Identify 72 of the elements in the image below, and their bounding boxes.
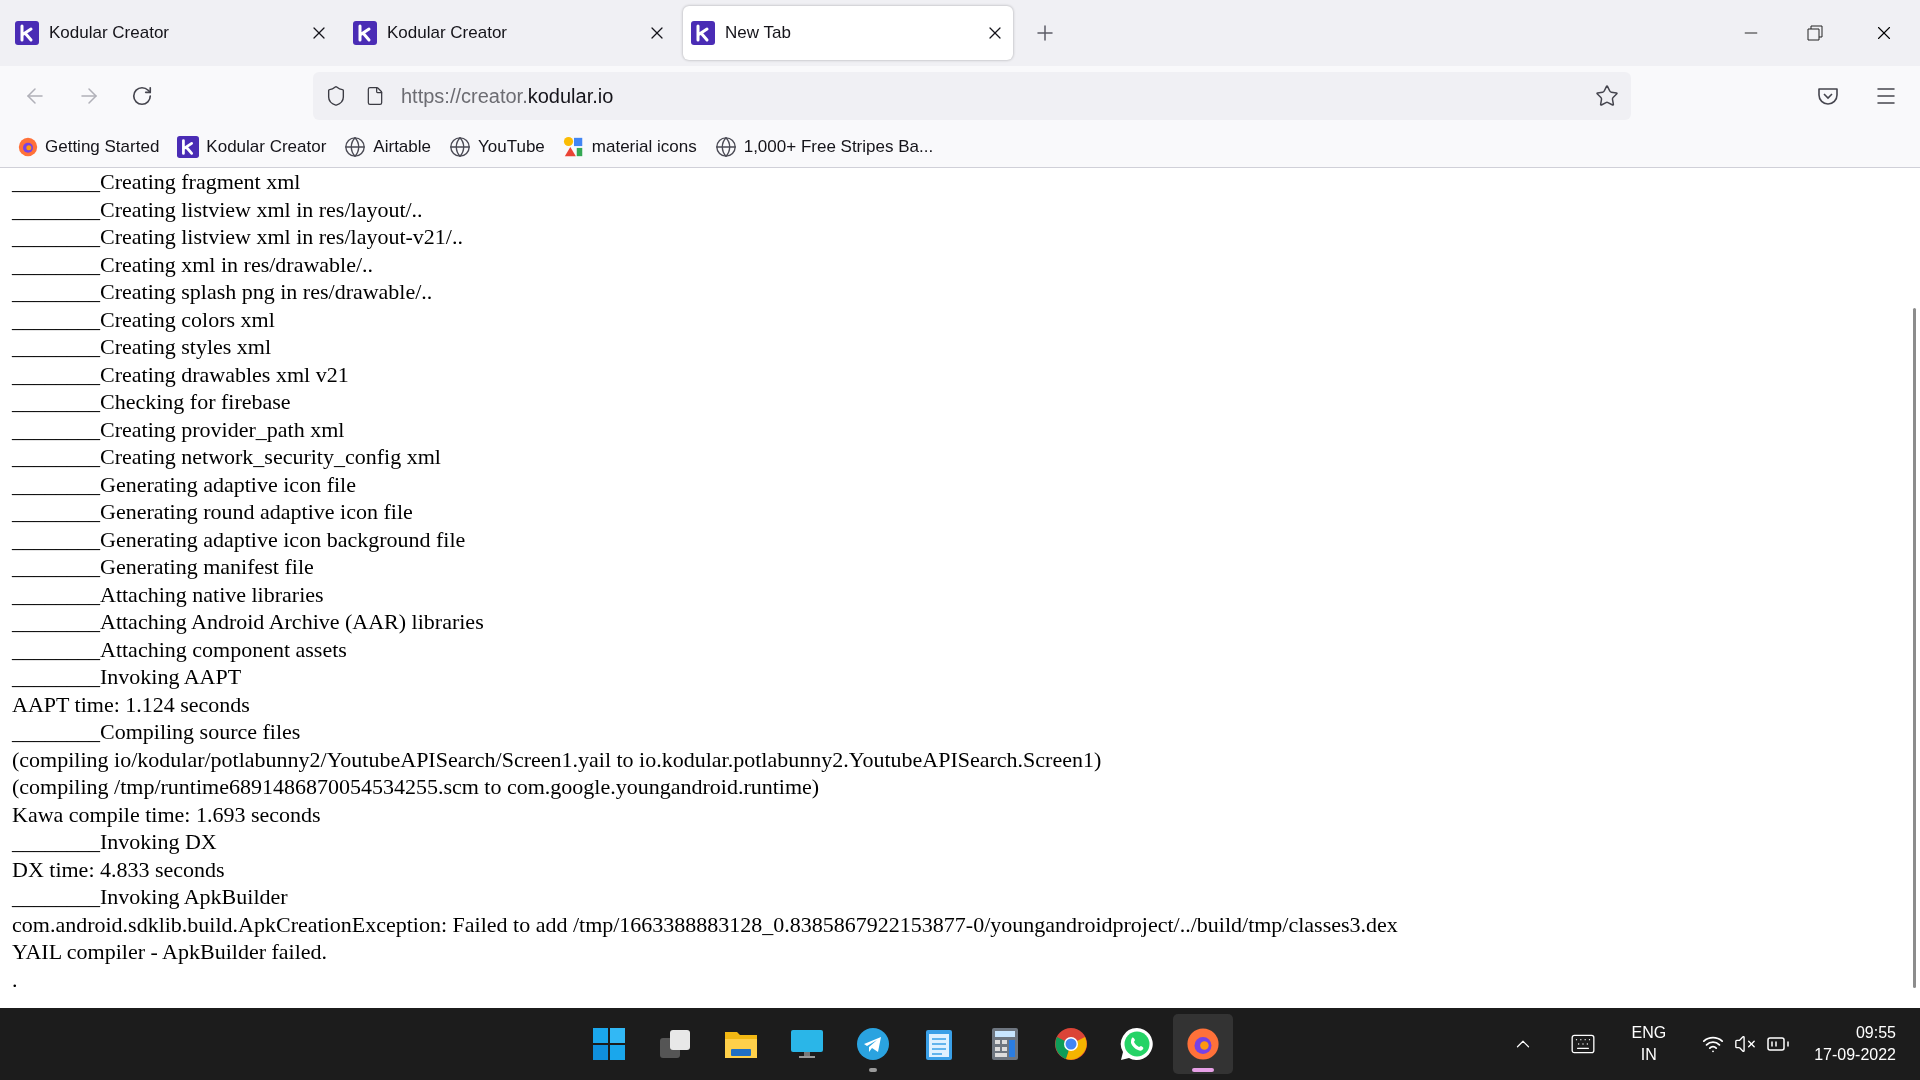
log-line: ________Attaching native libraries — [12, 580, 324, 608]
bookmark-star-icon[interactable] — [1595, 84, 1619, 108]
log-line: ________Invoking AAPT — [12, 663, 242, 691]
globe-icon — [714, 135, 737, 158]
telegram-icon — [855, 1027, 890, 1061]
bookmark-item[interactable]: YouTube — [449, 133, 545, 160]
log-line: com.android.sdklib.build.ApkCreationException: Failed to add /tmp/1663388883128_0.8385867922153877-0/youngandroidproject/../build/tmp/classes3.dex — [12, 910, 1398, 938]
bookmark-item[interactable]: material icons — [562, 133, 697, 160]
firefox-icon — [1185, 1027, 1220, 1061]
log-line: AAPT time: 1.124 seconds — [12, 690, 250, 718]
bookmark-item[interactable]: 1,000+ Free Stripes Ba... — [714, 133, 934, 160]
page-icon[interactable] — [365, 86, 385, 106]
log-line: ________Creating fragment xml — [12, 168, 301, 196]
chrome-icon — [1053, 1027, 1088, 1061]
mute-icon[interactable] — [1734, 1033, 1757, 1055]
log-line: (compiling /tmp/runtime6891486870054534255.scm to com.google.youngandroid.runtime) — [12, 773, 820, 801]
log-line: Kawa compile time: 1.693 seconds — [12, 800, 321, 828]
browser-tab[interactable]: New Tab — [683, 6, 1013, 60]
log-line: ________Creating provider_path xml — [12, 415, 345, 443]
kodular-logo-icon — [691, 21, 715, 45]
language-indicator[interactable]: ENG IN — [1631, 1022, 1667, 1066]
clock[interactable]: 09:55 17-09-2022 — [1814, 1022, 1896, 1066]
log-line: ________Creating drawables xml v21 — [12, 360, 349, 388]
material-icon — [562, 135, 585, 158]
log-line: DX time: 4.833 seconds — [12, 855, 225, 883]
log-line: ________Creating splash png in res/drawable/.. — [12, 278, 433, 306]
log-line: ________Checking for firebase — [12, 388, 291, 416]
kodular-logo-icon — [353, 21, 377, 45]
notepad-icon — [923, 1027, 954, 1061]
url-text: https://creator.kodular.io — [401, 84, 614, 109]
bookmark-item[interactable]: Kodular Creator — [177, 133, 327, 160]
log-line: ________Invoking DX — [12, 828, 217, 856]
tab-title: Kodular Creator — [49, 22, 170, 45]
log-line: ________Creating styles xml — [12, 333, 272, 361]
log-line: ________Generating round adaptive icon file — [12, 498, 413, 526]
windows-start-icon — [591, 1027, 626, 1061]
shield-icon[interactable] — [325, 85, 347, 107]
calculator-icon — [989, 1027, 1020, 1061]
bookmark-item[interactable]: Getting Started — [18, 133, 160, 160]
tab-title: New Tab — [725, 22, 792, 45]
log-line: YAIL compiler - ApkBuilder failed. — [12, 938, 328, 966]
log-line: . — [12, 965, 18, 993]
log-line: ________Generating adaptive icon background file — [12, 525, 466, 553]
taskbar-app[interactable] — [1172, 1014, 1233, 1074]
kodular-logo-icon — [15, 21, 39, 45]
address-bar[interactable]: https://creator.kodular.io — [313, 72, 1631, 120]
log-line: (compiling io/kodular/potlabunny2/YoutubeAPISearch/Screen1.yail to io.kodular.potlabunny2.YoutubeAPISearch.Screen1) — [12, 745, 1102, 773]
log-line: ________Invoking ApkBuilder — [12, 883, 288, 911]
scrollbar-thumb[interactable] — [1913, 308, 1916, 988]
log-line: ________Creating network_security_config xml — [12, 443, 441, 471]
log-line: ________Creating colors xml — [12, 305, 275, 333]
log-line: ________Attaching component assets — [12, 635, 347, 663]
log-line: ________Creating listview xml in res/layout-v21/.. — [12, 223, 463, 251]
globe-icon — [344, 135, 367, 158]
tab-title: Kodular Creator — [387, 22, 508, 45]
reload-icon[interactable] — [131, 85, 153, 107]
log-line: ________Attaching Android Archive (AAR) libraries — [12, 608, 484, 636]
log-line: ________Creating xml in res/drawable/.. — [12, 250, 374, 278]
globe-icon — [449, 135, 471, 158]
browser-tab[interactable]: Kodular Creator — [7, 6, 337, 60]
task-view-icon — [657, 1027, 692, 1061]
restore-icon[interactable] — [1807, 25, 1823, 41]
bookmark-item[interactable]: Airtable — [344, 133, 431, 160]
log-line: ________Generating manifest file — [12, 553, 314, 581]
log-line: ________Creating listview xml in res/layout/.. — [12, 195, 423, 223]
whatsapp-icon — [1118, 1026, 1155, 1062]
log-line: ________Generating adaptive icon file — [12, 470, 356, 498]
firefox-icon — [18, 136, 38, 157]
log-line: ________Compiling source files — [12, 718, 301, 746]
browser-tab[interactable]: Kodular Creator — [345, 6, 675, 60]
monitor-icon — [788, 1027, 825, 1061]
kodular-logo-icon — [177, 135, 200, 158]
